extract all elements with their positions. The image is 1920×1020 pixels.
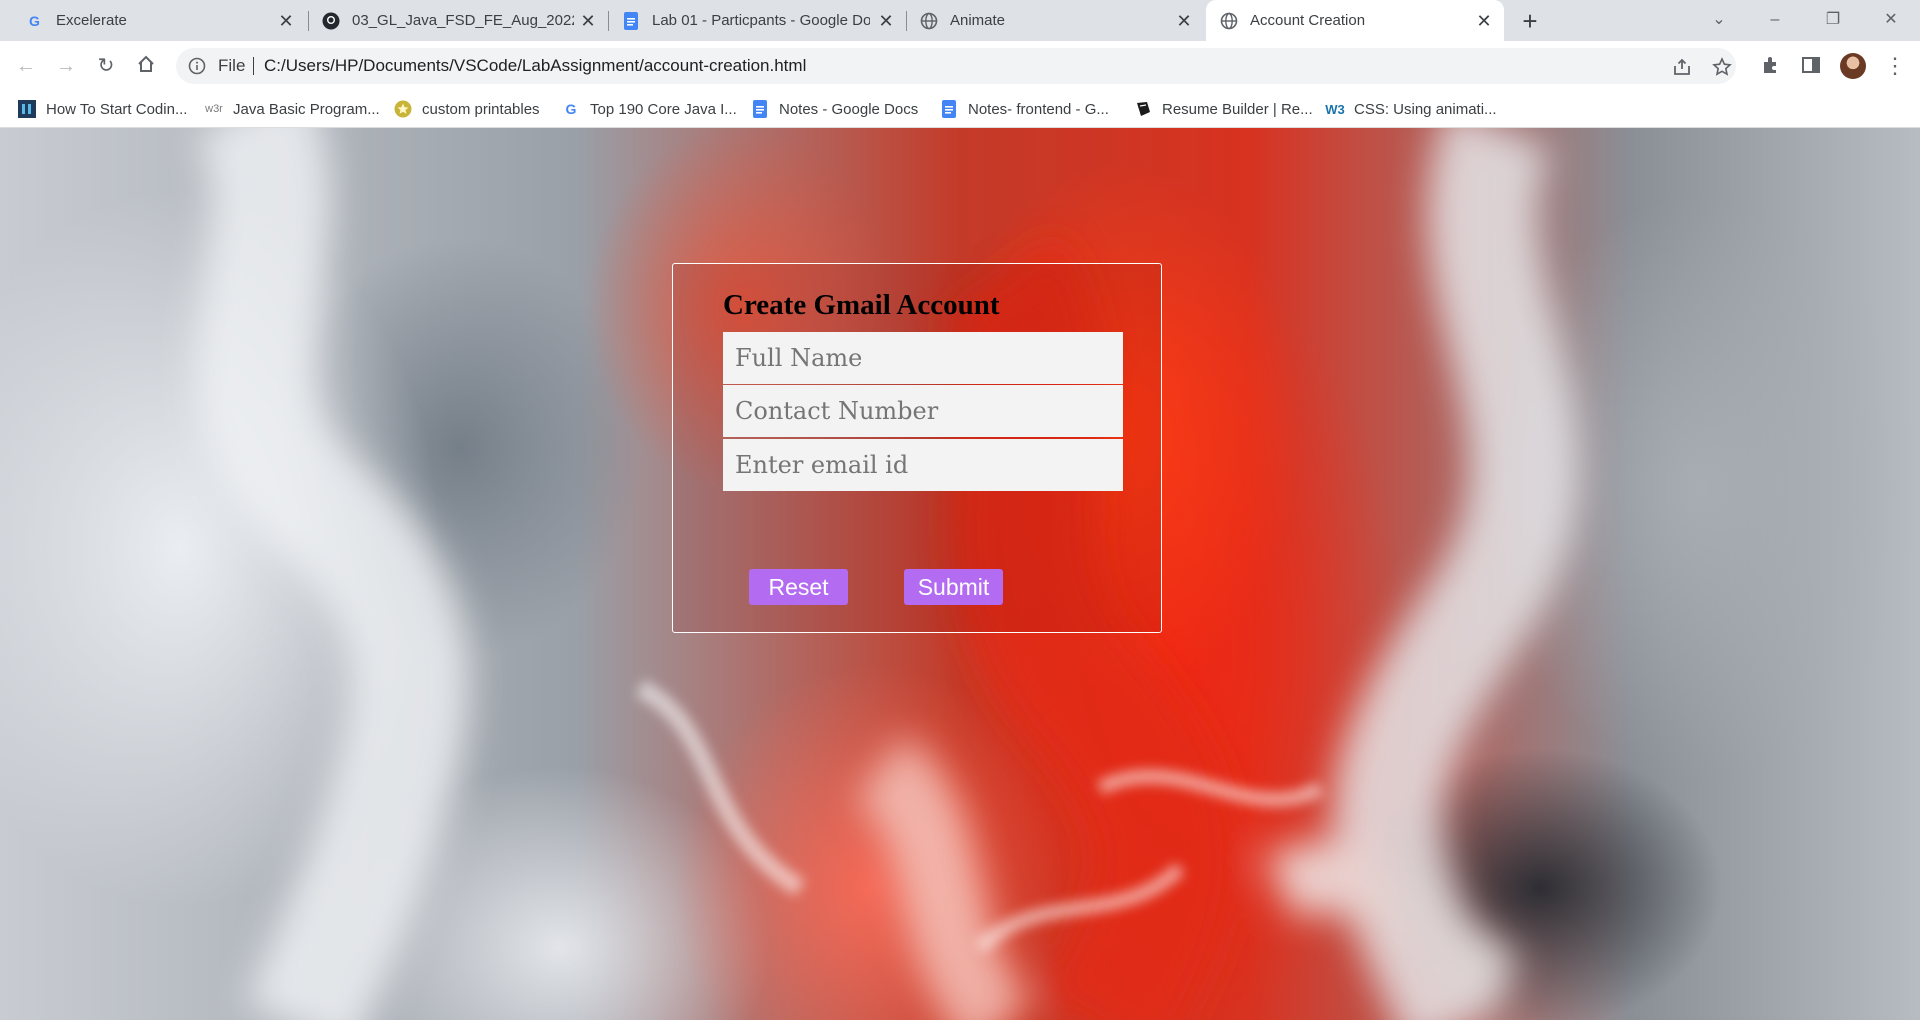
tab-github[interactable]: 03_GL_Java_FSD_FE_Aug_2022_Pa ✕: [310, 0, 608, 41]
google-docs-icon: [940, 100, 958, 118]
page-background: Create Gmail Account Reset Submit: [0, 128, 1920, 1020]
bookmark-label: Notes - Google Docs: [779, 100, 919, 118]
back-button[interactable]: ←: [14, 54, 38, 78]
close-icon[interactable]: ✕: [876, 11, 896, 31]
tab-google-docs[interactable]: Lab 01 - Particpants - Google Do ✕: [610, 0, 906, 41]
home-button[interactable]: [134, 54, 158, 78]
minimize-button[interactable]: –: [1760, 8, 1790, 32]
close-window-button[interactable]: ✕: [1876, 8, 1906, 32]
menu-icon[interactable]: ⋮: [1884, 53, 1906, 79]
globe-icon: [920, 12, 938, 30]
home-icon: [138, 55, 154, 72]
full-name-input[interactable]: [723, 332, 1123, 384]
bookmark-item[interactable]: W3 CSS: Using animati...: [1325, 91, 1497, 127]
tab-separator: [906, 11, 907, 31]
tab-strip: G Excelerate ✕ 03_GL_Java_FSD_FE_Aug_202…: [0, 0, 1920, 41]
star-badge-icon: [394, 100, 412, 118]
address-divider: [253, 57, 254, 75]
reset-button[interactable]: Reset: [749, 569, 848, 605]
bookmark-item[interactable]: custom printables: [394, 91, 540, 127]
bookmarks-bar: How To Start Codin... w3r Java Basic Pro…: [0, 91, 1920, 128]
google-docs-icon: [622, 11, 640, 30]
tab-title: 03_GL_Java_FSD_FE_Aug_2022_Pa: [352, 12, 574, 29]
side-panel-icon[interactable]: [1800, 54, 1824, 78]
bookmark-item[interactable]: How To Start Codin...: [18, 91, 187, 127]
tab-title: Excelerate: [56, 12, 127, 29]
bookmark-label: CSS: Using animati...: [1354, 100, 1497, 118]
tab-title: Account Creation: [1250, 12, 1366, 29]
close-icon[interactable]: ✕: [1174, 11, 1194, 31]
submit-button[interactable]: Submit: [904, 569, 1003, 605]
bookmark-item[interactable]: Resume Builder | Re...: [1134, 91, 1313, 127]
bookmark-label: Java Basic Program...: [233, 100, 380, 118]
bookmark-star-icon[interactable]: [1712, 57, 1732, 77]
site-icon: [18, 100, 36, 118]
google-icon: G: [26, 12, 44, 30]
svg-text:G: G: [29, 13, 40, 29]
bookmark-item[interactable]: w3r Java Basic Program...: [205, 91, 380, 127]
close-icon[interactable]: ✕: [578, 11, 598, 31]
bookmark-item[interactable]: Notes - Google Docs: [751, 91, 918, 127]
bookmark-item[interactable]: G Top 190 Core Java I...: [562, 91, 737, 127]
tab-account-creation[interactable]: Account Creation ✕: [1206, 0, 1504, 41]
bookmark-label: custom printables: [422, 100, 540, 118]
w3r-icon: w3r: [205, 103, 223, 115]
form-title: Create Gmail Account: [723, 289, 1000, 321]
tab-title: Animate: [950, 12, 1006, 29]
scheme-label: File: [218, 56, 246, 75]
close-icon[interactable]: ✕: [1474, 11, 1494, 31]
tab-search-icon[interactable]: ⌄: [1704, 8, 1734, 32]
extensions-icon[interactable]: [1760, 54, 1784, 78]
profile-avatar[interactable]: [1840, 53, 1866, 79]
bookmark-label: Top 190 Core Java I...: [590, 100, 737, 118]
address-bar[interactable]: File C:/Users/HP/Documents/VSCode/LabAss…: [176, 48, 1736, 84]
share-icon[interactable]: [1672, 57, 1692, 77]
tab-title: Lab 01 - Particpants - Google Do: [652, 12, 870, 29]
google-docs-icon: [751, 100, 769, 118]
url-text[interactable]: C:/Users/HP/Documents/VSCode/LabAssignme…: [264, 56, 806, 76]
restore-button[interactable]: ❐: [1818, 8, 1848, 32]
new-tab-button[interactable]: +: [1517, 8, 1543, 34]
tab-excelerate[interactable]: G Excelerate ✕: [0, 0, 306, 41]
globe-icon: [1220, 12, 1238, 30]
github-icon: [322, 12, 340, 30]
bookmark-item[interactable]: Notes- frontend - G...: [940, 91, 1109, 127]
google-icon: G: [565, 101, 577, 117]
account-form: Create Gmail Account Reset Submit: [672, 263, 1162, 633]
bookmark-label: Resume Builder | Re...: [1162, 100, 1313, 118]
forward-button[interactable]: →: [54, 54, 78, 78]
w3schools-icon: W3: [1325, 101, 1345, 117]
close-icon[interactable]: ✕: [276, 11, 296, 31]
info-icon[interactable]: [188, 57, 206, 75]
email-input[interactable]: [723, 439, 1123, 491]
tab-separator: [308, 11, 309, 31]
browser-toolbar: ← → ↻ File C:/Users/HP/Documents/VSCode/…: [0, 41, 1920, 91]
contact-number-input[interactable]: [723, 385, 1123, 437]
tab-separator: [608, 11, 609, 31]
reload-button[interactable]: ↻: [94, 54, 118, 78]
bookmark-label: How To Start Codin...: [46, 100, 188, 118]
tab-animate[interactable]: Animate ✕: [908, 0, 1204, 41]
bookmark-label: Notes- frontend - G...: [968, 100, 1109, 118]
resume-icon: [1134, 100, 1152, 118]
